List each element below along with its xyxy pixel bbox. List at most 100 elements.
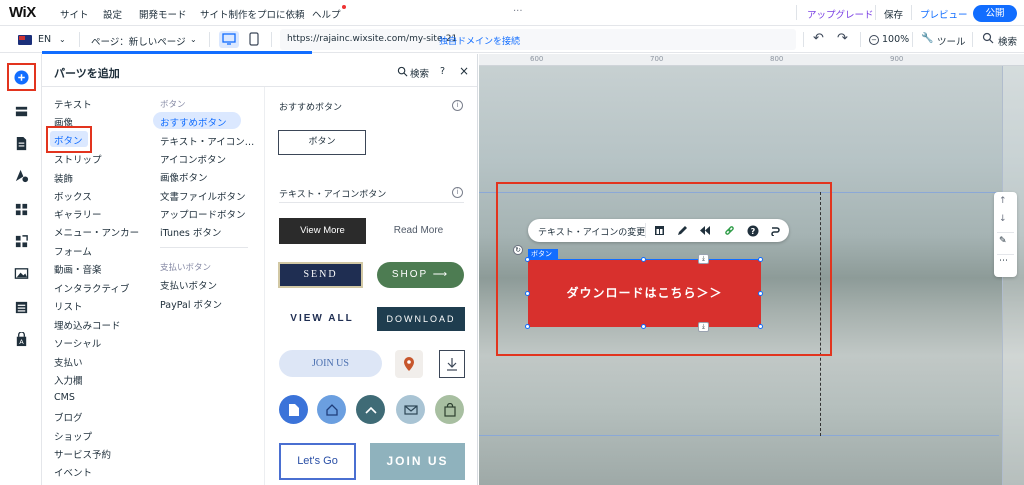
wix-logo[interactable]: WiX	[9, 4, 36, 21]
download-here-button[interactable]: ダウンロードはこちら＞＞	[528, 260, 761, 327]
category-box[interactable]: ボックス	[54, 189, 92, 203]
animation-icon[interactable]	[697, 222, 714, 239]
panel-help-icon[interactable]: ?	[440, 66, 445, 77]
layout-icon[interactable]	[651, 222, 668, 239]
sample-join-us-pattern-button[interactable]: JOIN US	[370, 443, 465, 480]
category-menu[interactable]: メニュー・アンカー	[54, 225, 139, 239]
sub-item-paypal-button[interactable]: PayPal ボタン	[160, 297, 222, 311]
category-button[interactable]: ボタン	[54, 133, 83, 147]
chevron-up-icon[interactable]	[356, 395, 385, 424]
panel-search-label[interactable]: 検索	[410, 66, 429, 80]
menu-help[interactable]: ヘルプ	[312, 5, 346, 21]
sample-shop-button[interactable]: SHOP ⟶	[377, 262, 464, 288]
sub-item-text-icon[interactable]: テキスト・アイコン…	[160, 134, 254, 148]
connect-icon[interactable]	[767, 222, 784, 239]
category-embed[interactable]: 埋め込みコード	[54, 318, 121, 332]
stretch-handle-top[interactable]: ⤓	[698, 254, 709, 264]
url-bar[interactable]: https://rajainc.wixsite.com/my-site-21 独…	[280, 29, 796, 50]
help-icon[interactable]: ?	[744, 222, 761, 239]
save-button[interactable]: 保存	[884, 7, 903, 21]
more-icon[interactable]: ...	[513, 3, 523, 14]
sub-item-document-button[interactable]: 文書ファイルボタン	[160, 189, 246, 203]
sample-view-all-button[interactable]: VIEW ALL	[279, 307, 365, 331]
link-icon[interactable]	[721, 222, 738, 239]
category-input[interactable]: 入力欄	[54, 373, 83, 387]
resize-handle-t[interactable]	[641, 257, 646, 262]
cms-icon[interactable]	[12, 298, 30, 316]
search-icon[interactable]	[982, 32, 994, 44]
category-form[interactable]: フォーム	[54, 244, 92, 258]
sample-join-us-button[interactable]: JOIN US	[279, 350, 382, 377]
apps-icon[interactable]	[12, 200, 30, 218]
category-list[interactable]: リスト	[54, 299, 83, 313]
change-text-icon-button[interactable]: テキスト・アイコンの変更	[538, 225, 645, 238]
document-icon[interactable]	[279, 395, 308, 424]
preview-button[interactable]: プレビュー	[920, 7, 968, 21]
resize-handle-br[interactable]	[758, 324, 763, 329]
undo-icon[interactable]: ↶	[813, 31, 824, 46]
sample-view-more-button[interactable]: View More	[279, 218, 366, 244]
home-icon[interactable]	[317, 395, 346, 424]
category-decor[interactable]: 装飾	[54, 171, 73, 185]
category-social[interactable]: ソーシャル	[54, 336, 101, 350]
mail-icon[interactable]	[396, 395, 425, 424]
stretch-handle-bottom[interactable]: ⤓	[698, 322, 709, 332]
shopping-bag-icon[interactable]	[435, 395, 464, 424]
chevron-down-icon[interactable]: ⌄	[59, 35, 66, 44]
app-market-icon[interactable]: A	[12, 330, 30, 348]
design-pen-icon[interactable]	[674, 222, 691, 239]
sub-item-upload-button[interactable]: アップロードボタン	[160, 207, 246, 221]
media-icon[interactable]	[12, 264, 30, 282]
category-cms[interactable]: CMS	[54, 392, 75, 403]
panel-close-icon[interactable]: ×	[459, 64, 469, 78]
download-icon[interactable]	[439, 350, 465, 378]
zoom-level[interactable]: 100%	[882, 34, 909, 45]
category-shop[interactable]: ショップ	[54, 429, 92, 443]
menu-hire-pro[interactable]: サイト制作をプロに依頼	[200, 7, 305, 21]
business-icon[interactable]	[12, 232, 30, 250]
edit-pen-icon[interactable]: ✎	[999, 236, 1007, 246]
menu-settings[interactable]: 設定	[103, 7, 122, 21]
sub-item-itunes-button[interactable]: iTunes ボタン	[160, 225, 221, 239]
sample-basic-button[interactable]: ボタン	[278, 130, 366, 155]
location-icon[interactable]	[395, 350, 423, 378]
move-down-icon[interactable]: ↓	[999, 214, 1007, 224]
category-text[interactable]: テキスト	[54, 97, 92, 111]
sample-download-button[interactable]: DOWNLOAD	[377, 307, 465, 331]
connect-domain-link[interactable]: 独自ドメインを接続	[439, 34, 520, 47]
category-video[interactable]: 動画・音楽	[54, 262, 102, 276]
sub-item-pay-button[interactable]: 支払いボタン	[160, 278, 217, 292]
info-icon[interactable]: i	[452, 100, 463, 111]
sample-send-button[interactable]: SEND	[278, 262, 363, 288]
search-button[interactable]: 検索	[998, 34, 1017, 48]
page-selector[interactable]: ページ：新しいページ	[91, 34, 186, 48]
zoom-out-icon[interactable]: −	[869, 35, 879, 45]
resize-handle-b[interactable]	[641, 324, 646, 329]
redo-icon[interactable]: ↷	[837, 31, 848, 46]
sections-icon[interactable]	[12, 102, 30, 120]
add-elements-icon[interactable]	[12, 68, 30, 86]
upgrade-link[interactable]: アップグレード	[807, 7, 874, 21]
menu-site[interactable]: サイト	[60, 7, 89, 21]
sub-item-icon-button[interactable]: アイコンボタン	[160, 152, 226, 166]
sample-lets-go-button[interactable]: Let's Go	[279, 443, 356, 480]
tools-button[interactable]: ツール	[937, 34, 966, 48]
panel-search-icon[interactable]	[397, 66, 408, 77]
category-events[interactable]: イベント	[54, 465, 92, 479]
menu-dev-mode[interactable]: 開発モード	[139, 7, 187, 21]
move-up-icon[interactable]: ↑	[999, 196, 1007, 206]
sub-item-image-button[interactable]: 画像ボタン	[160, 170, 208, 184]
category-blog[interactable]: ブログ	[54, 410, 83, 424]
category-gallery[interactable]: ギャラリー	[54, 207, 102, 221]
info-icon-2[interactable]: i	[452, 187, 463, 198]
sub-item-featured[interactable]: おすすめボタン	[160, 115, 227, 129]
category-booking[interactable]: サービス予約	[54, 447, 111, 461]
category-interactive[interactable]: インタラクティブ	[54, 281, 129, 295]
category-payment[interactable]: 支払い	[54, 355, 83, 369]
resize-handle-bl[interactable]	[525, 324, 530, 329]
resize-handle-tl[interactable]	[525, 257, 530, 262]
publish-button[interactable]: 公開	[973, 5, 1017, 22]
sample-read-more-button[interactable]: Read More	[375, 218, 462, 244]
pages-icon[interactable]	[12, 134, 30, 152]
resize-handle-l[interactable]	[525, 291, 530, 296]
